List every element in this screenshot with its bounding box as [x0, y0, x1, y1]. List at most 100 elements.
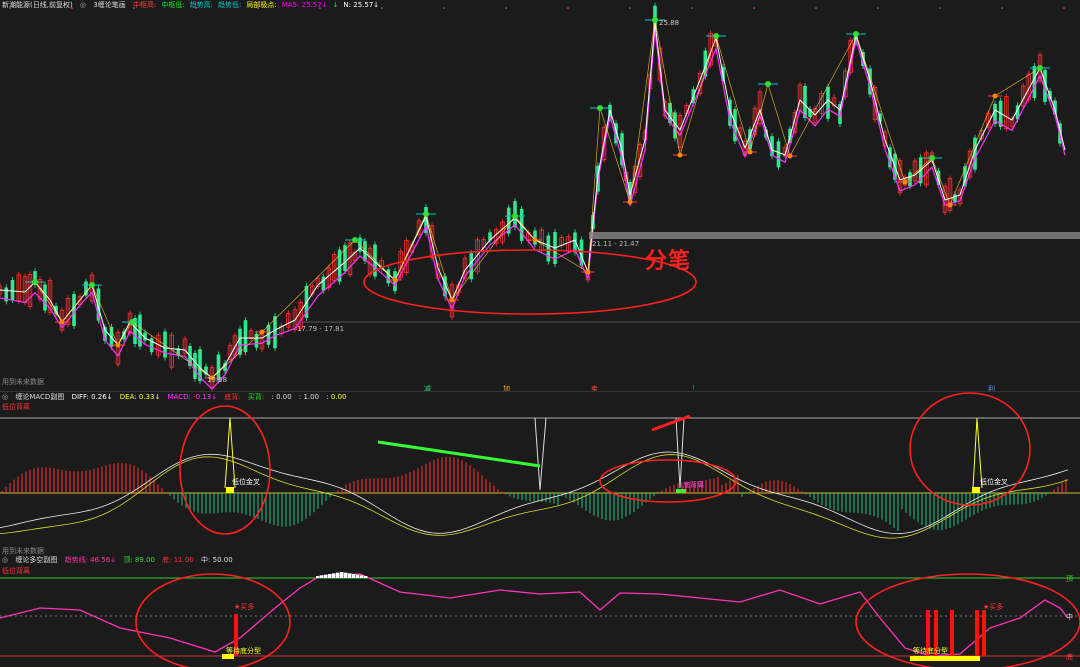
- top-marker: [89, 282, 95, 288]
- candle-down: [908, 172, 912, 187]
- dot-marker: [443, 7, 445, 9]
- buy-spike: [950, 610, 954, 656]
- wait-label-1: 等待底分型: [226, 647, 261, 655]
- range-label-upper: 21.11 - 21.47: [592, 240, 640, 248]
- candle-down: [43, 284, 47, 311]
- top-marker: [713, 33, 719, 39]
- dot-marker: [753, 7, 755, 9]
- candle-down: [273, 316, 277, 349]
- axis-bottom-label: 底: [1066, 653, 1073, 661]
- gold-cross-marker: [226, 487, 234, 493]
- top-marker: [929, 155, 935, 161]
- bottom-marker: [585, 269, 591, 275]
- dot-marker: [319, 7, 321, 9]
- candle-down: [826, 86, 830, 119]
- gold-cross-label-1: 低位金叉: [232, 478, 260, 486]
- bottom-marker: [747, 149, 753, 155]
- top-cap-bar: [352, 574, 356, 578]
- top-cap-bar: [364, 576, 368, 578]
- dot-marker: [815, 7, 817, 9]
- bottom-marker: [992, 93, 998, 99]
- divergence-line: [377, 440, 541, 468]
- top-cap-bar: [320, 575, 324, 578]
- bottom-marker: [532, 237, 538, 243]
- bottom-marker: [392, 277, 398, 283]
- top-marker: [423, 211, 429, 217]
- bottom-marker: [627, 199, 633, 205]
- buy-spike: [975, 610, 979, 656]
- main-chart-panel[interactable]: 新潮能源(日线,前复权) ◎ 3缠论笔画 中枢高: 中枢低: 趋势高: 趋势低: 局部极…: [0, 0, 1080, 393]
- axis-mid-label: 中: [1066, 613, 1073, 621]
- buy-label-1: ★买多: [234, 603, 255, 611]
- bottom-marker: [259, 329, 265, 335]
- fenbi-annotation: 分笔: [645, 249, 692, 274]
- dot-marker: [1001, 7, 1003, 9]
- bottom-marker: [902, 179, 908, 185]
- spike-mid: [534, 417, 547, 491]
- buy-label-2: ★买多: [983, 603, 1004, 611]
- price-line: [0, 21, 1066, 379]
- candle-down: [386, 269, 391, 284]
- top-cap-bar: [328, 574, 332, 578]
- dot-marker: [133, 7, 135, 9]
- bull-bear-panel[interactable]: ◎ 缠论多空副图 趋势线: 46.56↓ 顶: 89.00 底: 11.00 中…: [0, 548, 1080, 667]
- top-cap-bar: [316, 576, 320, 578]
- dot-marker: [195, 7, 197, 9]
- axis-top-label: 顶: [1066, 575, 1073, 583]
- macd-panel[interactable]: ◎ 缠论MACD副图 DIFF: 0.26↓ DEA: 0.33↓ MACD: …: [0, 392, 1080, 555]
- top-marker: [512, 213, 518, 219]
- zhongshu-bar: [589, 232, 1080, 239]
- bottom-marker: [910, 656, 980, 661]
- future-data-label: 用到未来数据: [2, 378, 44, 386]
- top-cap-bar: [360, 575, 364, 578]
- bottom-marker: [115, 342, 121, 348]
- top-cap-bar: [332, 573, 336, 578]
- dot-marker: [877, 7, 879, 9]
- bottom-marker: [787, 153, 793, 159]
- dot-marker: [1063, 7, 1065, 9]
- dot-marker: [939, 7, 941, 9]
- range-label-lower: 17.79 - 17.81: [297, 325, 345, 333]
- gold-cross-marker: [972, 487, 980, 493]
- top-marker: [652, 17, 658, 23]
- candlestick-chart[interactable]: [0, 0, 1080, 392]
- top-cap-bar: [336, 572, 340, 578]
- top-cap-bar: [324, 574, 328, 578]
- candle-down: [776, 141, 781, 168]
- annotation-ellipse: [855, 573, 1080, 667]
- buy-spike: [982, 610, 986, 656]
- annotation-ellipse: [179, 405, 271, 535]
- dot-marker: [567, 7, 569, 9]
- macd-chart[interactable]: [0, 392, 1080, 548]
- annotation-ellipse: [909, 392, 1031, 506]
- top-cap-bar: [356, 574, 360, 578]
- dot-marker: [257, 7, 259, 9]
- candle-down: [10, 279, 15, 300]
- dot-marker: [71, 7, 73, 9]
- dot-marker: [629, 7, 631, 9]
- top-marker: [853, 31, 859, 37]
- divergence-label: 底背离: [683, 481, 704, 489]
- low-price-label: 15.58: [207, 376, 228, 384]
- bottom-marker: [947, 202, 953, 208]
- top-marker: [352, 237, 358, 243]
- gold-cross-label-2: 低位金叉: [980, 478, 1008, 486]
- top-marker: [1037, 65, 1043, 71]
- top-cap-bar: [344, 572, 348, 578]
- dot-marker: [505, 7, 507, 9]
- dot-marker: [381, 7, 383, 9]
- peak-price-label: 25.88: [659, 19, 680, 27]
- candle-down: [72, 294, 76, 327]
- bottom-marker: [677, 152, 683, 158]
- top-marker: [129, 319, 135, 325]
- top-cap-bar: [348, 573, 352, 578]
- annotation-ellipse: [599, 459, 737, 503]
- wait-label-2: 等待底分型: [913, 647, 948, 655]
- bottom-marker: [449, 297, 455, 303]
- top-marker: [765, 81, 771, 87]
- top-marker: [32, 279, 38, 285]
- top-marker: [597, 105, 603, 111]
- bi-line: [34, 19, 1041, 379]
- annotation-ellipse: [135, 573, 291, 667]
- top-cap-bar: [340, 572, 344, 578]
